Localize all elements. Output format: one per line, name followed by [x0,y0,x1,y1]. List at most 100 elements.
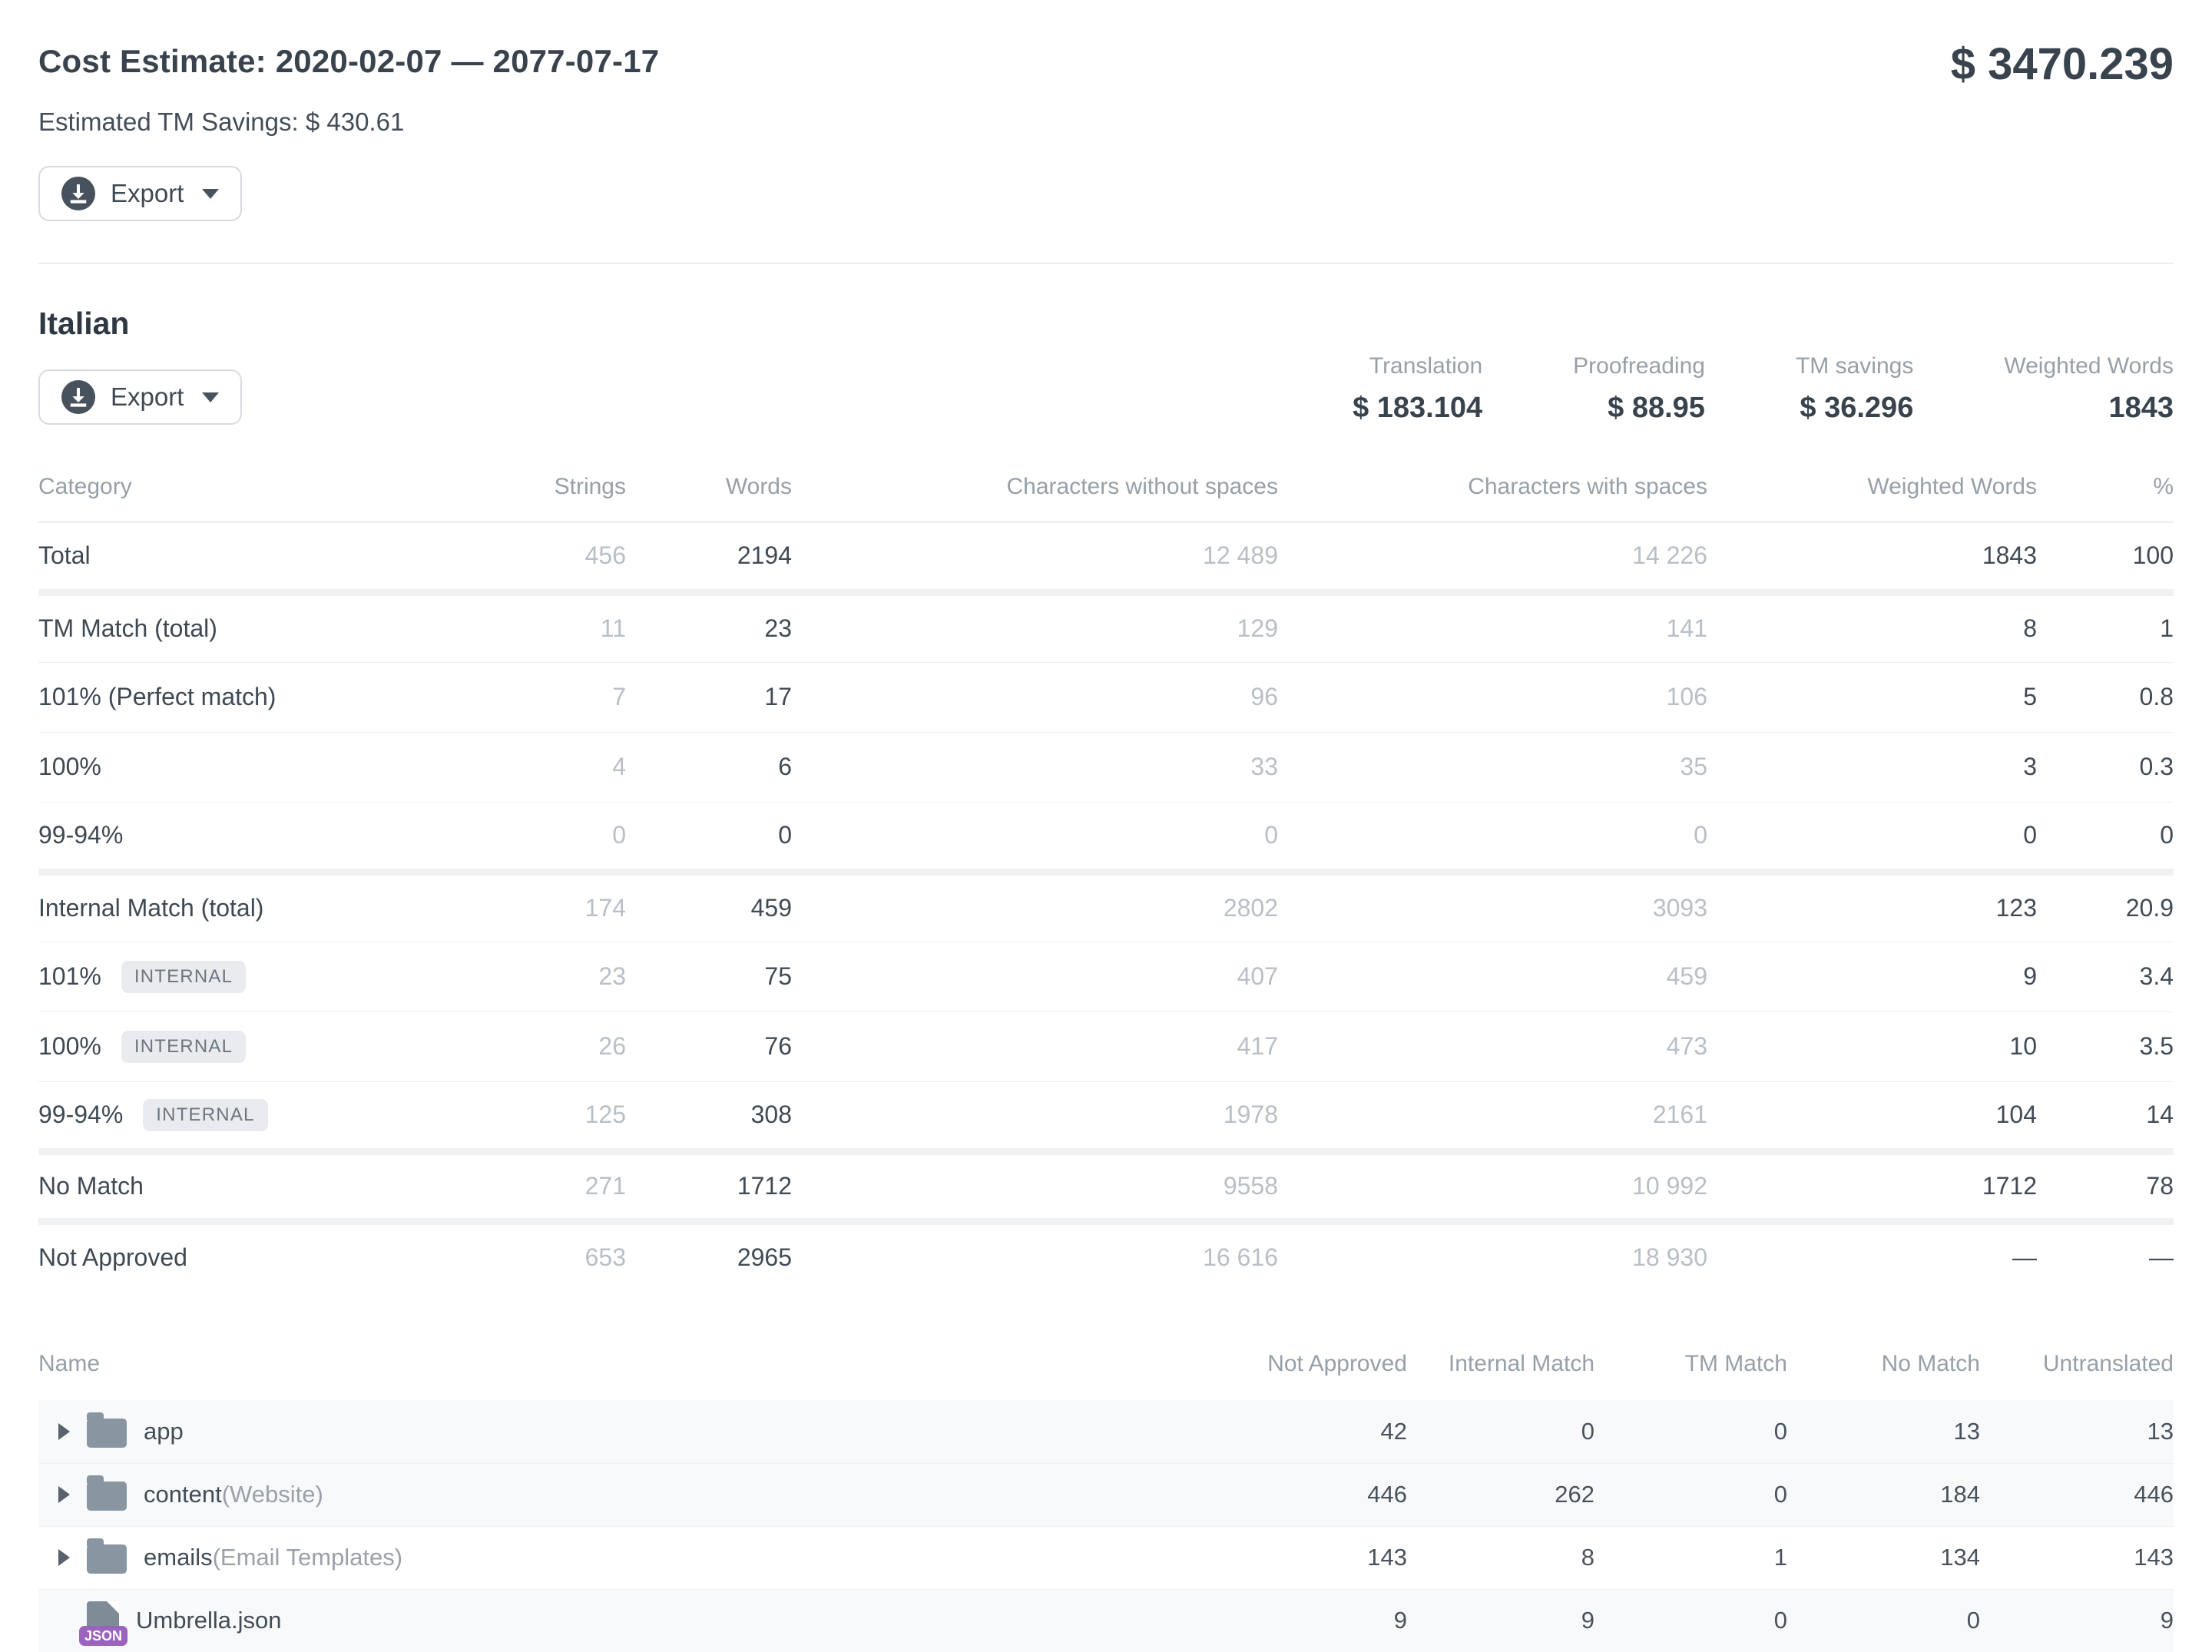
folder-icon [87,1419,127,1448]
file-name: emails(Email Templates) [144,1544,402,1571]
language-stats: Translation $ 183.104 Proofreading $ 88.… [1262,353,2174,425]
file-name-suffix: (Email Templates) [213,1544,403,1571]
words-cell: 459 [626,872,792,942]
category-label: 99-94% [38,821,123,849]
download-icon [61,177,95,210]
category-label: 100% [38,753,101,781]
weighted-cell: 9 [1707,942,2037,1011]
column-header-chars-without: Characters without spaces [792,459,1278,522]
stat-label: Weighted Words [2004,353,2174,379]
grand-total-amount: $ 3470.239 [1951,38,2174,90]
expand-chevron-icon[interactable] [58,1423,70,1440]
stat-value: 1843 [2004,392,2174,425]
cost-row-100: 100% 4 6 33 35 3 0.3 [38,732,2174,802]
chars-with-cell: 35 [1278,732,1707,802]
cost-row-not-approved: Not Approved 653 2965 16 616 18 930 — — [38,1221,2174,1291]
tm-match-cell: 0 [1594,1400,1787,1463]
strings-cell: 23 [469,942,626,1011]
cost-row-tm-match-total: TM Match (total) 11 23 129 141 8 1 [38,592,2174,662]
percent-cell: 20.9 [2037,872,2174,942]
no-match-cell: 0 [1787,1589,1980,1652]
file-row-content[interactable]: content(Website) 446 262 0 184 446 [38,1463,2174,1526]
stat-translation: Translation $ 183.104 [1353,353,1482,425]
chars-with-cell: 473 [1278,1011,1707,1081]
cost-row-total: Total 456 2194 12 489 14 226 1843 100 [38,522,2174,592]
expand-chevron-icon[interactable] [58,1549,70,1566]
chars-without-cell: 407 [792,942,1278,1011]
tm-match-cell: 0 [1594,1463,1787,1526]
file-name: content(Website) [144,1481,323,1508]
weighted-cell: 1712 [1707,1151,2037,1221]
column-header-not-approved: Not Approved [1215,1337,1407,1400]
weighted-cell: 8 [1707,592,2037,662]
chars-with-cell: 141 [1278,592,1707,662]
cost-row-101-perfect: 101% (Perfect match) 7 17 96 106 5 0.8 [38,662,2174,732]
file-row-emails[interactable]: emails(Email Templates) 143 8 1 134 143 [38,1526,2174,1589]
internal-match-cell: 8 [1407,1526,1594,1589]
category-label: 101% [38,962,101,991]
category-label: TM Match (total) [38,614,217,643]
untranslated-cell: 13 [1980,1400,2174,1463]
chars-with-cell: 14 226 [1278,522,1707,592]
language-title: Italian [38,306,2174,342]
percent-cell: 3.4 [2037,942,2174,1011]
expand-chevron-icon[interactable] [58,1486,70,1503]
stat-label: Proofreading [1573,353,1705,379]
language-toolbar: Export Translation $ 183.104 Proofreadin… [38,342,2174,425]
words-cell: 1712 [626,1151,792,1221]
weighted-cell: 104 [1707,1081,2037,1151]
internal-match-cell: 0 [1407,1400,1594,1463]
json-file-icon: JSON [87,1601,119,1640]
tm-match-cell: 1 [1594,1526,1787,1589]
folder-icon [87,1482,127,1511]
column-header-untranslated: Untranslated [1980,1337,2174,1400]
no-match-cell: 134 [1787,1526,1980,1589]
chars-without-cell: 1978 [792,1081,1278,1151]
column-header-chars-with: Characters with spaces [1278,459,1707,522]
file-name: app [144,1418,184,1445]
words-cell: 2965 [626,1221,792,1291]
column-header-words: Words [626,459,792,522]
column-header-percent: % [2037,459,2174,522]
percent-cell: 14 [2037,1081,2174,1151]
chars-without-cell: 9558 [792,1151,1278,1221]
export-button[interactable]: Export [38,166,242,221]
words-cell: 76 [626,1011,792,1081]
percent-cell: 1 [2037,592,2174,662]
strings-cell: 11 [469,592,626,662]
no-match-cell: 13 [1787,1400,1980,1463]
internal-badge: Internal [143,1099,267,1131]
category-label: 100% [38,1032,101,1061]
no-match-cell: 184 [1787,1463,1980,1526]
file-row-umbrella-json[interactable]: JSON Umbrella.json 9 9 0 0 9 [38,1589,2174,1652]
not-approved-cell: 42 [1215,1400,1407,1463]
stat-weighted-words: Weighted Words 1843 [2004,353,2174,425]
stat-value: $ 183.104 [1353,392,1482,425]
stat-label: TM savings [1796,353,1913,379]
untranslated-cell: 9 [1980,1589,2174,1652]
download-icon [61,380,95,414]
internal-match-cell: 262 [1407,1463,1594,1526]
stat-value: $ 36.296 [1796,392,1913,425]
percent-cell: 100 [2037,522,2174,592]
category-label: Total [38,541,91,570]
tm-match-cell: 0 [1594,1589,1787,1652]
weighted-cell: 0 [1707,802,2037,872]
column-header-tm-match: TM Match [1594,1337,1787,1400]
internal-badge: Internal [121,1031,246,1063]
category-label: Not Approved [38,1243,187,1272]
chevron-down-icon [202,189,219,199]
chars-with-cell: 459 [1278,942,1707,1011]
category-label: Internal Match (total) [38,894,263,922]
percent-cell: 0.3 [2037,732,2174,802]
chars-without-cell: 0 [792,802,1278,872]
internal-match-cell: 9 [1407,1589,1594,1652]
category-label: No Match [38,1172,144,1200]
language-export-button[interactable]: Export [38,369,242,425]
words-cell: 6 [626,732,792,802]
cost-row-99-94: 99-94% 0 0 0 0 0 0 [38,802,2174,872]
file-row-app[interactable]: app 42 0 0 13 13 [38,1400,2174,1463]
strings-cell: 174 [469,872,626,942]
section-divider [38,263,2174,264]
percent-cell: — [2037,1221,2174,1291]
